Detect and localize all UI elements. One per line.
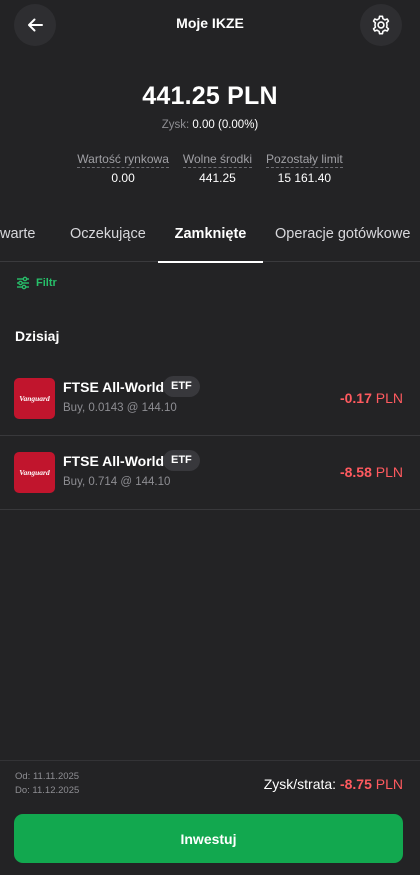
- amount-value: -0.17: [339, 390, 372, 406]
- profit-value: 0.00 (0.00%): [192, 119, 259, 131]
- total-currency: PLN: [375, 776, 403, 792]
- profit-line: Zysk: 0.00 (0.00%): [0, 119, 420, 131]
- total-label: Zysk/strata:: [263, 776, 337, 792]
- tab-pending[interactable]: Oczekujące: [70, 212, 146, 262]
- tab-open[interactable]: warte: [0, 212, 35, 262]
- profit-label: Zysk:: [161, 119, 190, 131]
- filter-label: Filtr: [36, 277, 57, 289]
- footer-divider: [0, 760, 420, 761]
- amount-currency: PLN: [375, 464, 403, 480]
- logo-text: Vanguard: [19, 468, 50, 477]
- page-title: Moje IKZE: [176, 15, 244, 31]
- vanguard-logo: Vanguard: [14, 378, 55, 419]
- date-from: Od: 11.11.2025: [15, 771, 80, 782]
- gear-icon: [372, 15, 390, 35]
- transaction-amount: -0.17 PLN: [340, 390, 403, 406]
- top-bar: Moje IKZE: [0, 0, 420, 46]
- account-stats: Wartość rynkowa 0.00 Wolne środki 441.25…: [0, 150, 420, 185]
- stat-label: Wolne środki: [182, 152, 253, 168]
- sliders-icon: [17, 276, 29, 290]
- tab-cash-operations[interactable]: Operacje gotówkowe: [275, 212, 410, 262]
- transaction-details: Buy, 0.714 @ 144.10: [63, 476, 171, 488]
- instrument-name: FTSE All-World: [63, 453, 165, 469]
- amount-currency: PLN: [375, 390, 403, 406]
- tab-closed[interactable]: Zamknięte: [158, 212, 263, 263]
- date-to: Do: 11.12.2025: [15, 785, 80, 796]
- etf-badge: ETF: [163, 376, 200, 397]
- total-value: -8.75: [339, 776, 372, 792]
- instrument-name: FTSE All-World: [63, 379, 165, 395]
- stat-label: Pozostały limit: [266, 152, 343, 168]
- invest-button[interactable]: Inwestuj: [14, 814, 403, 863]
- stat-value: 441.25: [199, 171, 236, 185]
- tab-bar: warte Oczekujące Zamknięte Operacje gotó…: [0, 212, 420, 263]
- transaction-details: Buy, 0.0143 @ 144.10: [63, 402, 177, 414]
- transaction-row[interactable]: Vanguard FTSE All-World ETF Buy, 0.0143 …: [0, 362, 420, 436]
- date-range: Od: 11.11.2025 Do: 11.12.2025: [15, 770, 79, 798]
- transaction-amount: -8.58 PLN: [340, 464, 403, 480]
- logo-text: Vanguard: [19, 394, 50, 403]
- stat-value: 15 161.40: [277, 171, 332, 185]
- stat-remaining-limit[interactable]: Pozostały limit 15 161.40: [266, 150, 343, 185]
- stat-label: Wartość rynkowa: [77, 152, 169, 168]
- account-balance: 441.25 PLN: [142, 82, 278, 110]
- filter-button[interactable]: Filtr: [16, 276, 57, 290]
- profit-loss-total: Zysk/strata: -8.75 PLN: [264, 776, 403, 792]
- vanguard-logo: Vanguard: [14, 452, 55, 493]
- stat-free-funds[interactable]: Wolne środki 441.25: [182, 150, 253, 185]
- amount-value: -8.58: [339, 464, 372, 480]
- stat-value: 0.00: [111, 171, 135, 185]
- settings-button[interactable]: [360, 4, 402, 46]
- stat-market-value[interactable]: Wartość rynkowa 0.00: [77, 150, 169, 185]
- section-title: Dzisiaj: [15, 328, 60, 344]
- transaction-row[interactable]: Vanguard FTSE All-World ETF Buy, 0.714 @…: [0, 436, 420, 510]
- etf-badge: ETF: [163, 450, 200, 471]
